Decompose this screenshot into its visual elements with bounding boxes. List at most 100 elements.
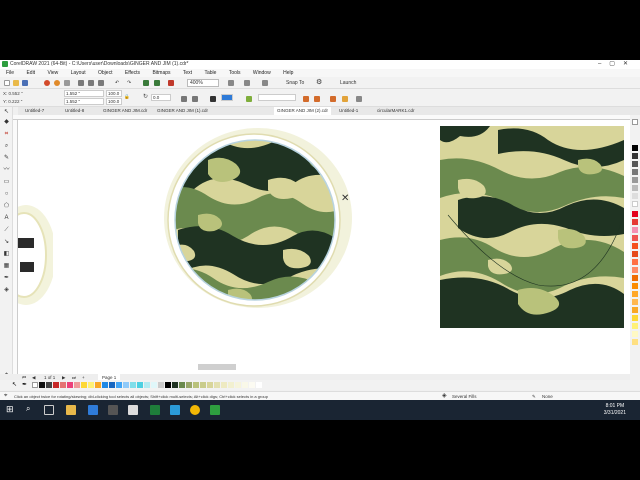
corel-connect-icon[interactable] [44,80,50,86]
drop-shadow-tool-icon[interactable]: ◧ [3,251,10,258]
ellipse-tool-icon[interactable]: ○ [3,191,10,198]
swatch-pink[interactable] [632,227,638,233]
task-view-icon[interactable] [44,405,54,415]
swatch-amber-2[interactable] [632,299,638,305]
polygon-tool-icon[interactable]: ⬠ [3,203,10,210]
system-clock[interactable]: 8:01 PM 3/31/2021 [604,403,626,417]
swatch-gray-40[interactable] [632,177,638,183]
swatch-yellow[interactable] [632,315,638,321]
text-wrap-icon[interactable] [210,96,216,102]
doc-swatch-12[interactable] [116,382,122,388]
width-field[interactable]: 1.552 " [64,90,104,97]
swatch-cream[interactable] [632,331,638,337]
menu-file[interactable]: File [6,70,14,76]
menu-window[interactable]: Window [253,70,271,76]
tab-untitled-8[interactable]: Untitled-8 [62,107,87,115]
swatch-gold[interactable] [632,307,638,313]
undo-icon[interactable]: ↶ [115,79,119,87]
menu-view[interactable]: View [47,70,58,76]
swatch-black[interactable] [632,145,638,151]
menu-table[interactable]: Table [204,70,216,76]
swatch-orange[interactable] [632,275,638,281]
connector-tool-icon[interactable]: ↘ [3,239,10,246]
doc-swatch-16[interactable] [144,382,150,388]
artistic-media-tool-icon[interactable]: 〰 [3,167,10,174]
doc-swatch-24[interactable] [200,382,206,388]
doc-swatch-26[interactable] [214,382,220,388]
tab-ginger-and-jim-2[interactable]: GINGER AND JIM (2).cdr [274,107,332,115]
doc-swatch-11[interactable] [109,382,115,388]
transparency-tool-icon[interactable]: ▦ [3,263,10,270]
rulers-icon[interactable] [244,80,250,86]
scale-x-field[interactable]: 100.0 [106,90,122,97]
doc-swatch-13[interactable] [123,382,129,388]
swatch-pale-gold[interactable] [632,339,638,345]
zoom-level-select[interactable]: 400% [187,79,219,87]
drawing-canvas[interactable]: ✕ [18,120,630,374]
eyedropper-icon[interactable]: ✒ [22,381,27,388]
menu-layout[interactable]: Layout [71,70,86,76]
menu-text[interactable]: Text [183,70,192,76]
doc-swatch-10[interactable] [102,382,108,388]
tab-ginger-and-jim[interactable]: GINGER AND JIM.cdr [100,107,150,115]
outline-width-field[interactable] [221,94,233,101]
shape-tool-icon[interactable]: ◆ [3,119,10,126]
swatch-none[interactable] [632,119,638,125]
doc-swatch-18[interactable] [158,382,164,388]
menu-bitmaps[interactable]: Bitmaps [152,70,170,76]
doc-swatch-14[interactable] [130,382,136,388]
ungroup-icon[interactable] [342,96,348,102]
doc-swatch-27[interactable] [221,382,227,388]
y-position-label[interactable]: Y: 0.222 " [3,99,22,104]
redo-icon[interactable]: ↷ [127,79,131,87]
doc-swatch-25[interactable] [207,382,213,388]
grid-icon[interactable] [262,80,268,86]
menu-effects[interactable]: Effects [125,70,140,76]
open-icon[interactable] [13,80,19,86]
swatch-red-3[interactable] [632,235,638,241]
publish-pdf-icon[interactable] [168,80,174,86]
swatch-red-2[interactable] [632,219,638,225]
excel-icon[interactable] [150,405,160,415]
x-position-label[interactable]: X: 0.552 " [3,91,23,96]
swatch-orange-red[interactable] [632,243,638,249]
horizontal-scroll-thumb[interactable] [198,364,236,370]
doc-swatch-9[interactable] [95,382,101,388]
coreldraw-taskbar-icon[interactable] [210,405,220,415]
swatch-orange-4[interactable] [632,283,638,289]
import-icon[interactable] [143,80,149,86]
file-explorer-icon[interactable] [66,405,76,415]
doc-swatch-21[interactable] [179,382,185,388]
doc-swatch-20[interactable] [172,382,178,388]
menu-tools[interactable]: Tools [229,70,241,76]
mail-icon[interactable] [170,405,180,415]
scale-y-field[interactable]: 100.0 [106,98,122,105]
camo-pattern-rect[interactable] [440,126,624,328]
partial-badge-left[interactable] [18,205,56,305]
group-icon[interactable] [330,96,336,102]
doc-swatch-29[interactable] [235,382,241,388]
height-field[interactable]: 1.552 " [64,98,104,105]
full-screen-icon[interactable] [228,80,234,86]
paste-icon[interactable] [98,80,104,86]
copy-icon[interactable] [88,80,94,86]
align-icon[interactable] [356,96,362,102]
cut-icon[interactable] [78,80,84,86]
lock-ratio-icon[interactable]: 🔒 [124,94,130,100]
save-icon[interactable] [22,80,28,86]
swatch-gray-90[interactable] [632,153,638,159]
rotation-angle-field[interactable]: 0.0 [151,94,171,101]
doc-swatch-7[interactable] [81,382,87,388]
doc-swatch-19[interactable] [165,382,171,388]
doc-swatch-23[interactable] [193,382,199,388]
outline-style-select[interactable] [258,94,296,101]
new-icon[interactable] [4,80,10,86]
swatch-gray-50[interactable] [632,169,638,175]
cloud-icon[interactable] [54,80,60,86]
tab-circularmark1[interactable]: circularMARK1.cdr [374,107,418,115]
doc-swatch-2[interactable] [46,382,52,388]
export-icon[interactable] [154,80,160,86]
mirror-vertical-icon[interactable] [192,96,198,102]
options-gear-icon[interactable]: ⚙ [316,79,322,87]
tab-untitled-7[interactable]: Untitled-7 [22,107,47,115]
